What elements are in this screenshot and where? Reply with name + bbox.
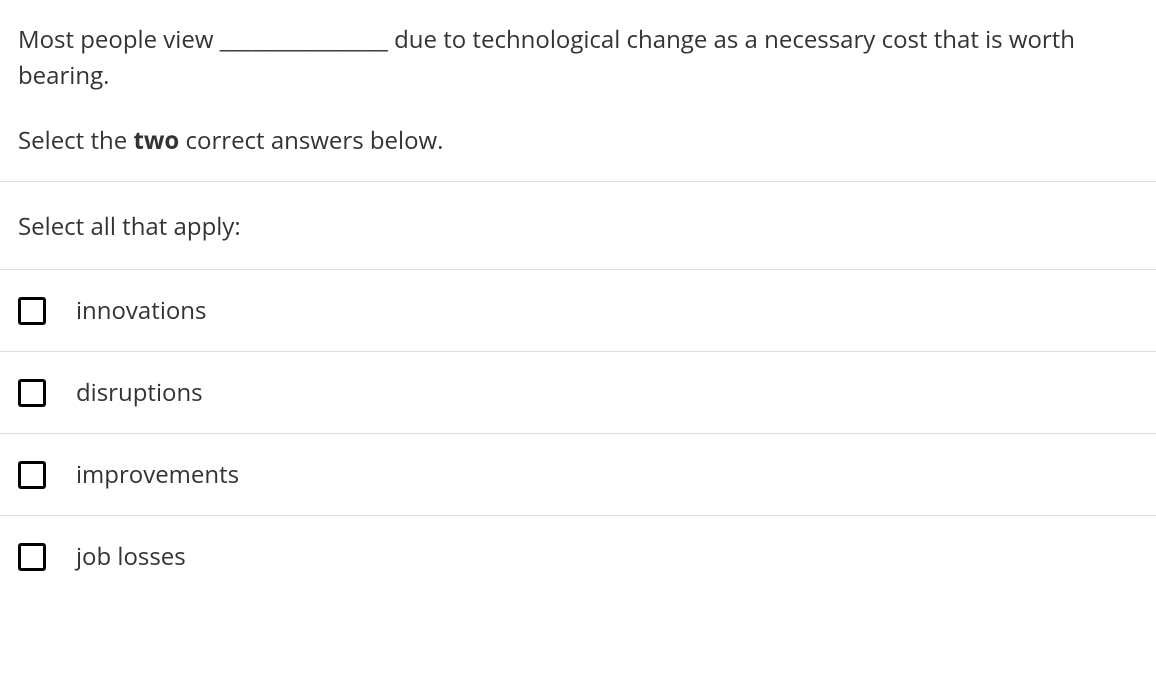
option-label: disruptions <box>76 376 203 409</box>
instruction-bold: two <box>133 124 179 157</box>
option-job-losses[interactable]: job losses <box>0 516 1156 597</box>
checkbox-icon[interactable] <box>18 297 46 325</box>
option-disruptions[interactable]: disruptions <box>0 352 1156 434</box>
option-label: improvements <box>76 458 239 491</box>
question-text: Most people view ________________ due to… <box>18 22 1138 94</box>
option-label: innovations <box>76 294 206 327</box>
option-innovations[interactable]: innovations <box>0 270 1156 352</box>
checkbox-icon[interactable] <box>18 461 46 489</box>
checkbox-icon[interactable] <box>18 379 46 407</box>
checkbox-icon[interactable] <box>18 543 46 571</box>
select-all-block: Select all that apply: <box>0 181 1156 270</box>
instruction-prefix: Select the <box>18 124 133 157</box>
quiz-container: Most people view ________________ due to… <box>0 0 1156 597</box>
instruction-text: Select the two correct answers below. <box>18 124 1138 157</box>
option-label: job losses <box>76 540 186 573</box>
instruction-suffix: correct answers below. <box>179 124 443 157</box>
option-improvements[interactable]: improvements <box>0 434 1156 516</box>
select-all-label: Select all that apply: <box>18 210 1138 243</box>
question-block: Most people view ________________ due to… <box>0 0 1156 181</box>
